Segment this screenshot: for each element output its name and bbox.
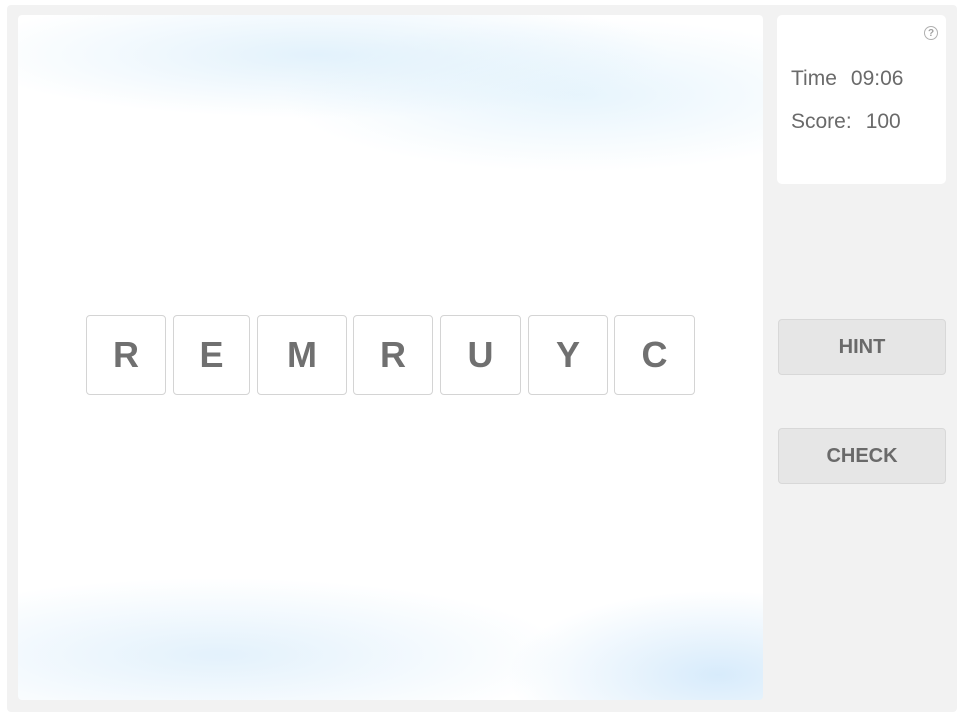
letter-tile[interactable]: C bbox=[614, 315, 695, 395]
letter-tile[interactable]: R bbox=[86, 315, 166, 395]
stats-panel: ? Time 09:06 Score: 100 bbox=[777, 15, 946, 184]
letter-tile[interactable]: M bbox=[257, 315, 347, 395]
score-row: Score: 100 bbox=[791, 110, 901, 134]
hint-button[interactable]: HINT bbox=[778, 319, 946, 375]
letter-tile[interactable]: E bbox=[173, 315, 250, 395]
letter-tile[interactable]: Y bbox=[528, 315, 608, 395]
time-value: 09:06 bbox=[850, 67, 904, 90]
time-label: Time bbox=[791, 67, 837, 90]
score-value: 100 bbox=[865, 110, 901, 133]
time-row: Time 09:06 bbox=[791, 67, 903, 91]
help-icon[interactable]: ? bbox=[924, 26, 938, 40]
letter-tile[interactable]: U bbox=[440, 315, 521, 395]
letter-tile[interactable]: R bbox=[353, 315, 433, 395]
score-label: Score: bbox=[791, 110, 852, 133]
check-button[interactable]: CHECK bbox=[778, 428, 946, 484]
